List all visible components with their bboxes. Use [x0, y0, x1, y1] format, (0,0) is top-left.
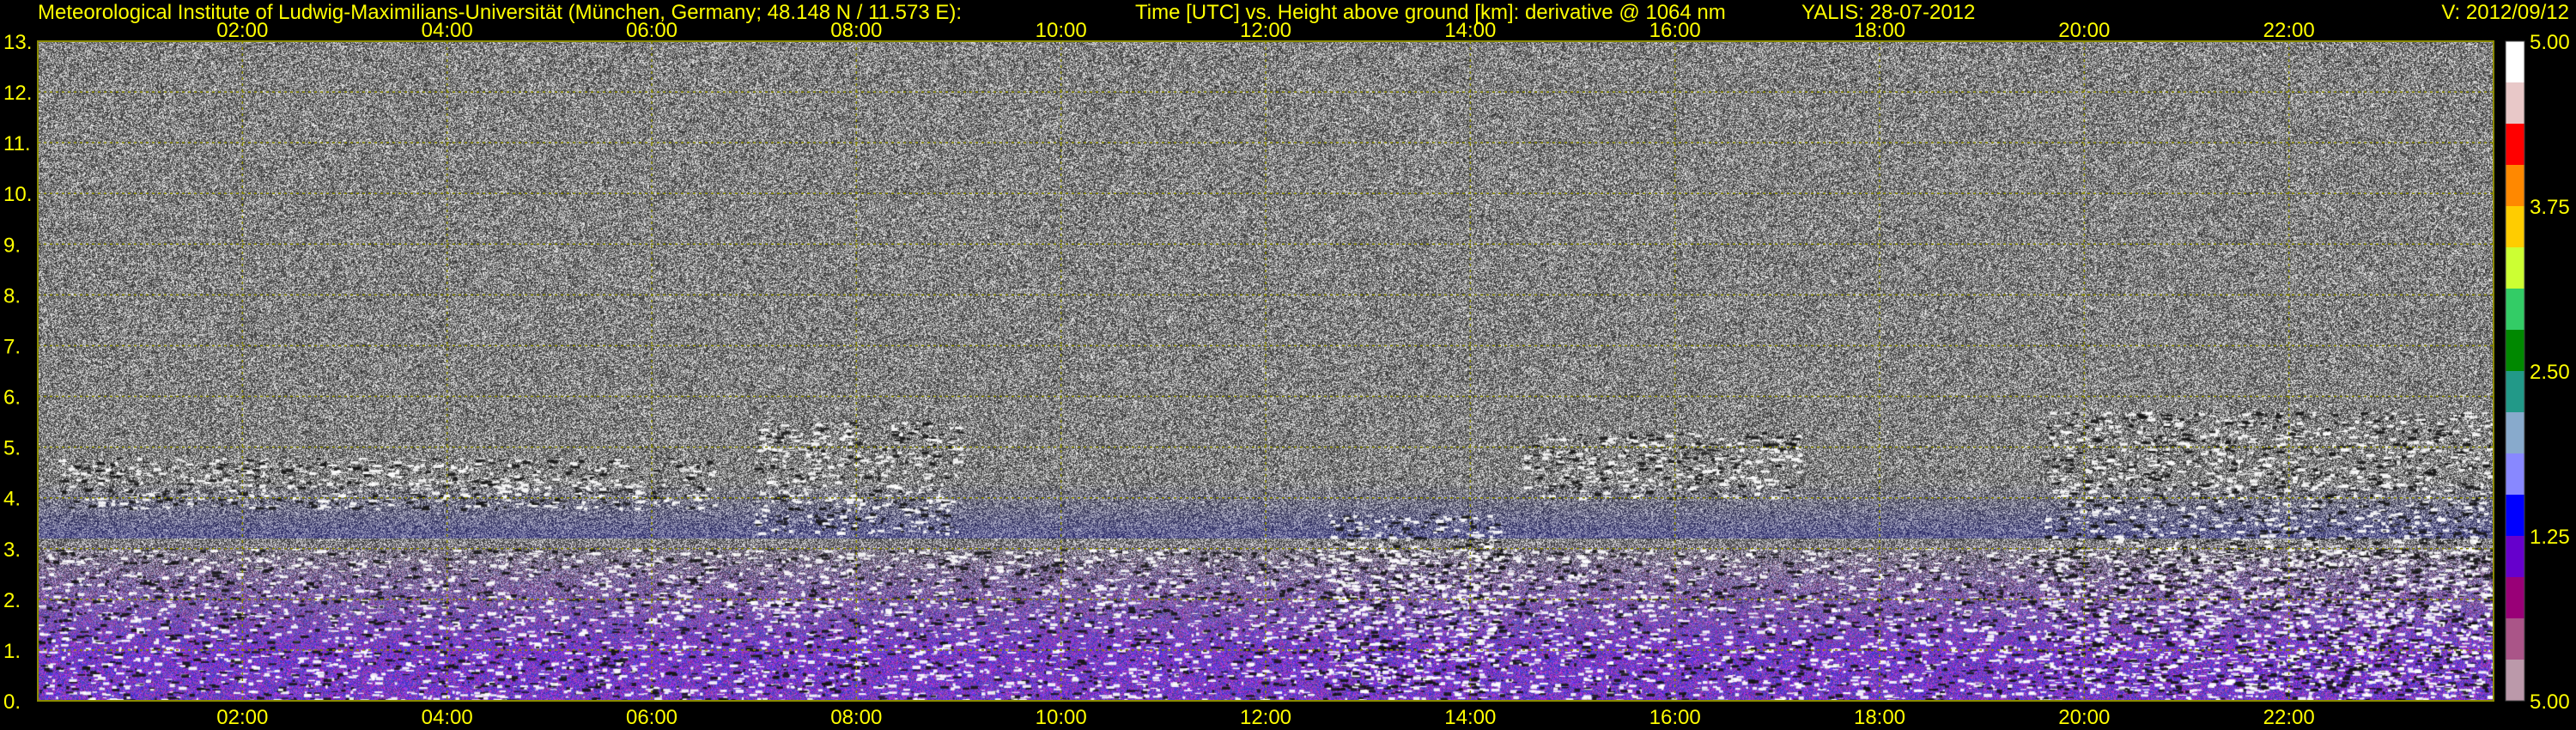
- x-tick-label-bottom: 20:00: [2058, 706, 2110, 729]
- x-tick-label-top: 02:00: [216, 19, 268, 42]
- x-tick-label-top: 20:00: [2058, 19, 2110, 42]
- colorbar-tick-label: 2.50: [2530, 361, 2570, 384]
- x-tick-label-top: 16:00: [1649, 19, 1701, 42]
- x-tick-label-bottom: 06:00: [626, 706, 677, 729]
- chart-axes: 02:00 02:00 04:00 04:00 06:00 06:00 08:00 08:00…: [3, 19, 2570, 729]
- colorbar-swatch: [2506, 289, 2524, 331]
- x-tick-label-top: 06:00: [626, 19, 677, 42]
- x-tick-label-top: 08:00: [830, 19, 882, 42]
- colorbar-swatch: [2506, 577, 2524, 619]
- colorbar-swatch: [2506, 495, 2524, 537]
- x-tick-label-bottom: 14:00: [1444, 706, 1496, 729]
- x-tick-label-top: 12:00: [1240, 19, 1291, 42]
- y-tick-label: 9.: [3, 234, 21, 257]
- x-tick-label-bottom: 04:00: [422, 706, 473, 729]
- y-tick-label: 2.: [3, 589, 21, 612]
- colorbar-tick-label: 5.00: [2530, 690, 2570, 714]
- colorbar-swatch: [2506, 330, 2524, 372]
- colorbar-swatch: [2506, 206, 2524, 248]
- colorbar-tick-label: 1.25: [2530, 526, 2570, 549]
- colorbar-swatch: [2506, 41, 2524, 83]
- y-tick-label: 3.: [3, 538, 21, 562]
- x-tick-label-top: 10:00: [1036, 19, 1087, 42]
- x-tick-label-bottom: 18:00: [1854, 706, 1905, 729]
- colorbar-swatch: [2506, 82, 2524, 125]
- y-tick-label: 8.: [3, 284, 21, 307]
- colorbar-tick-label: 3.75: [2530, 196, 2570, 219]
- colorbar-tick-label: 5.00: [2530, 31, 2570, 54]
- x-tick-label-bottom: 02:00: [216, 706, 268, 729]
- y-tick-label: 6.: [3, 386, 21, 410]
- y-tick-label: 12.: [3, 82, 32, 105]
- colorbar-swatch: [2506, 412, 2524, 454]
- y-tick-label: 7.: [3, 335, 21, 358]
- x-tick-label-top: 14:00: [1444, 19, 1496, 42]
- x-tick-label-bottom: 12:00: [1240, 706, 1291, 729]
- y-tick-label: 13.: [3, 31, 32, 54]
- y-tick-label: 5.: [3, 437, 21, 460]
- y-tick-label: 1.: [3, 640, 21, 663]
- colorbar-swatch: [2506, 453, 2524, 496]
- colorbar-swatch: [2506, 371, 2524, 413]
- y-tick-label: 10.: [3, 183, 32, 206]
- colorbar-swatch: [2506, 618, 2524, 660]
- x-tick-label-bottom: 10:00: [1036, 706, 1087, 729]
- colorbar-swatch: [2506, 536, 2524, 578]
- x-tick-label-top: 18:00: [1854, 19, 1905, 42]
- x-tick-label-top: 22:00: [2263, 19, 2315, 42]
- x-tick-label-bottom: 16:00: [1649, 706, 1701, 729]
- colorbar-swatch: [2506, 165, 2524, 207]
- y-tick-label: 11.: [3, 132, 31, 155]
- colorbar-swatch: [2506, 247, 2524, 289]
- colorbar-swatch: [2506, 124, 2524, 166]
- x-tick-label-bottom: 08:00: [830, 706, 882, 729]
- y-tick-label: 0.: [3, 690, 21, 714]
- colorbar-swatch: [2506, 660, 2524, 702]
- y-tick-label: 4.: [3, 488, 21, 511]
- x-tick-label-bottom: 22:00: [2263, 706, 2315, 729]
- x-tick-label-top: 04:00: [422, 19, 473, 42]
